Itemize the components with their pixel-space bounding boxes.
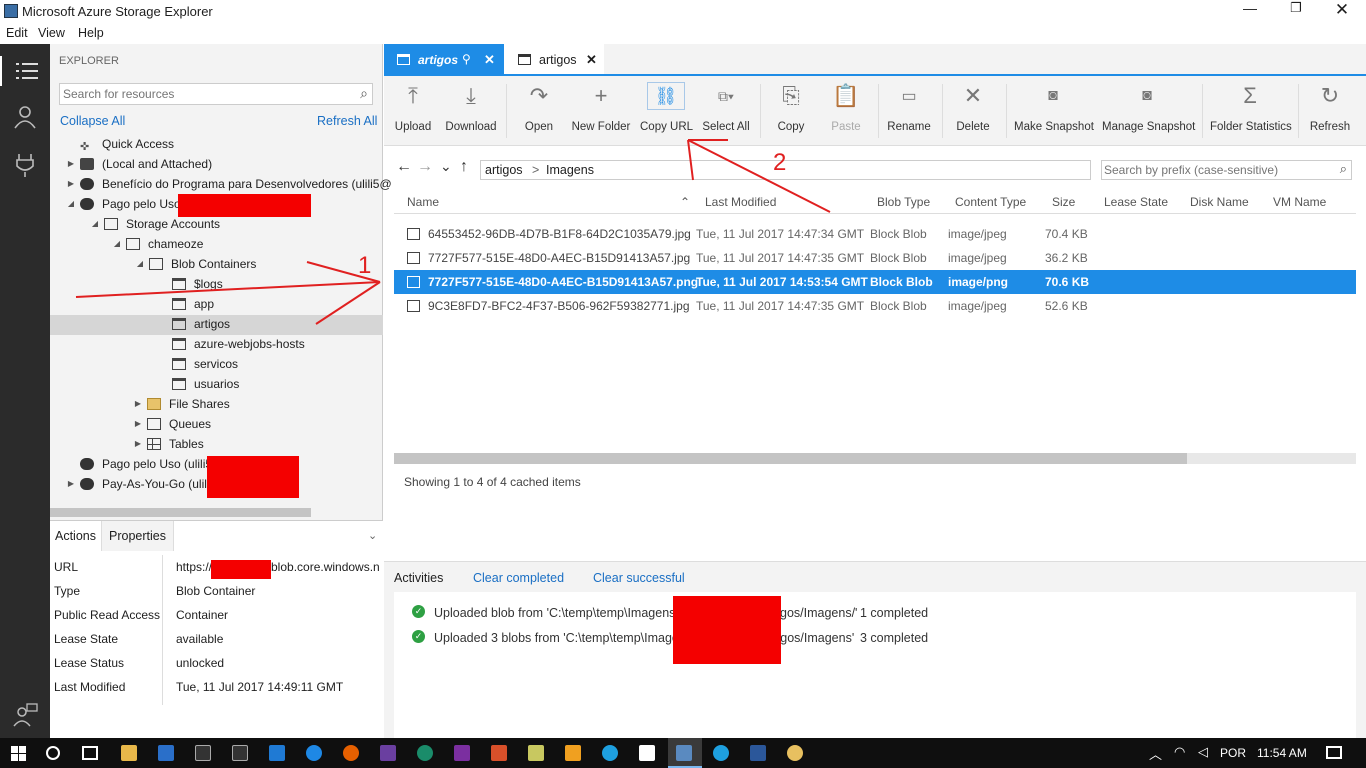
- cmd-icon[interactable]: [232, 745, 248, 761]
- volume-icon[interactable]: ◁: [1198, 744, 1208, 760]
- edge-icon[interactable]: [306, 745, 322, 761]
- cmd-icon[interactable]: [195, 745, 211, 761]
- annotation-arrow-line: [75, 281, 381, 298]
- firefox-icon[interactable]: [343, 745, 359, 761]
- chevron-up-icon[interactable]: ︿: [1149, 744, 1162, 763]
- annotation-arrow-line: [687, 139, 694, 181]
- taskbar: ︿ ◠ ◁ POR 11:54 AM: [0, 738, 1366, 768]
- annotation-arrow-line: [687, 139, 831, 213]
- app-icon[interactable]: [158, 745, 174, 761]
- language-indicator[interactable]: POR: [1220, 746, 1246, 760]
- word-icon[interactable]: [750, 745, 766, 761]
- media-player-icon[interactable]: [565, 745, 581, 761]
- search-circle-icon[interactable]: [46, 746, 60, 760]
- mail-icon[interactable]: [639, 745, 655, 761]
- task-view-icon[interactable]: [82, 746, 98, 760]
- file-explorer-icon[interactable]: [121, 745, 137, 761]
- app-icon[interactable]: [417, 745, 433, 761]
- windows-start-icon[interactable]: [11, 746, 26, 761]
- wifi-icon[interactable]: ◠: [1174, 744, 1185, 760]
- onenote-icon[interactable]: [454, 745, 470, 761]
- annotation-overlay: 1 2: [75, 139, 831, 325]
- clock[interactable]: 11:54 AM: [1257, 746, 1307, 760]
- skype-icon[interactable]: [602, 745, 618, 761]
- notifications-icon[interactable]: [1326, 746, 1342, 759]
- visual-studio-icon[interactable]: [380, 745, 396, 761]
- vscode-icon[interactable]: [269, 745, 285, 761]
- skype-icon[interactable]: [713, 745, 729, 761]
- annotation-label-2: 2: [773, 149, 786, 176]
- notepad-icon[interactable]: [528, 745, 544, 761]
- app-icon[interactable]: [491, 745, 507, 761]
- app-icon[interactable]: [787, 745, 803, 761]
- annotation-label-1: 1: [358, 252, 371, 279]
- annotation-arrow-line: [315, 281, 381, 325]
- storage-explorer-icon[interactable]: [676, 745, 692, 761]
